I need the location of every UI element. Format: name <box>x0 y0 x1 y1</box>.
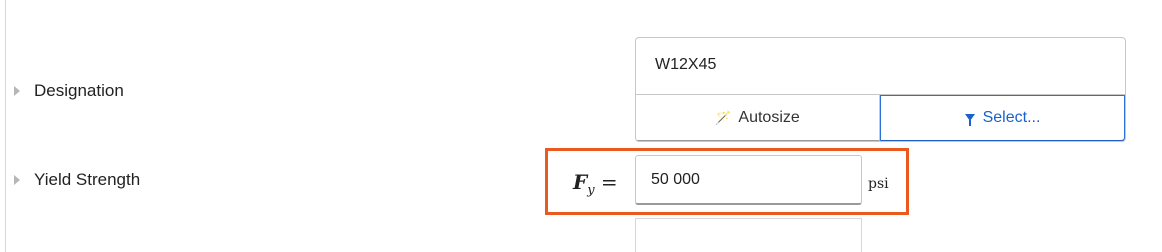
filter-icon <box>964 113 975 126</box>
left-divider <box>5 0 6 252</box>
next-field-edge <box>635 218 862 252</box>
yield-strength-unit: psi <box>868 176 889 192</box>
designation-label: Designation <box>34 81 124 100</box>
designation-control: W12X45 🪄 Autosize Select... <box>635 37 1126 142</box>
fy-equals: = <box>600 170 618 194</box>
select-label: Select... <box>982 109 1041 126</box>
fy-symbol: Fy = <box>573 170 618 198</box>
designation-value[interactable]: W12X45 <box>636 38 1125 95</box>
magic-wand-icon: 🪄 <box>715 109 732 125</box>
designation-row-toggle[interactable]: Designation <box>14 79 124 103</box>
autosize-button[interactable]: 🪄 Autosize <box>636 95 880 141</box>
calculator-panel: Designation W12X45 🪄 Autosize Select... … <box>0 0 1162 252</box>
autosize-label: Autosize <box>738 108 800 126</box>
fy-symbol-letter: F <box>573 170 588 194</box>
caret-right-icon <box>14 86 20 96</box>
yield-strength-input[interactable] <box>635 155 862 205</box>
caret-right-icon <box>14 175 20 185</box>
fy-symbol-subscript: y <box>587 183 595 198</box>
select-button[interactable]: Select... <box>880 95 1125 141</box>
yield-strength-row-toggle[interactable]: Yield Strength <box>14 168 140 192</box>
yield-strength-label: Yield Strength <box>34 170 141 189</box>
designation-buttons: 🪄 Autosize Select... <box>636 95 1125 141</box>
